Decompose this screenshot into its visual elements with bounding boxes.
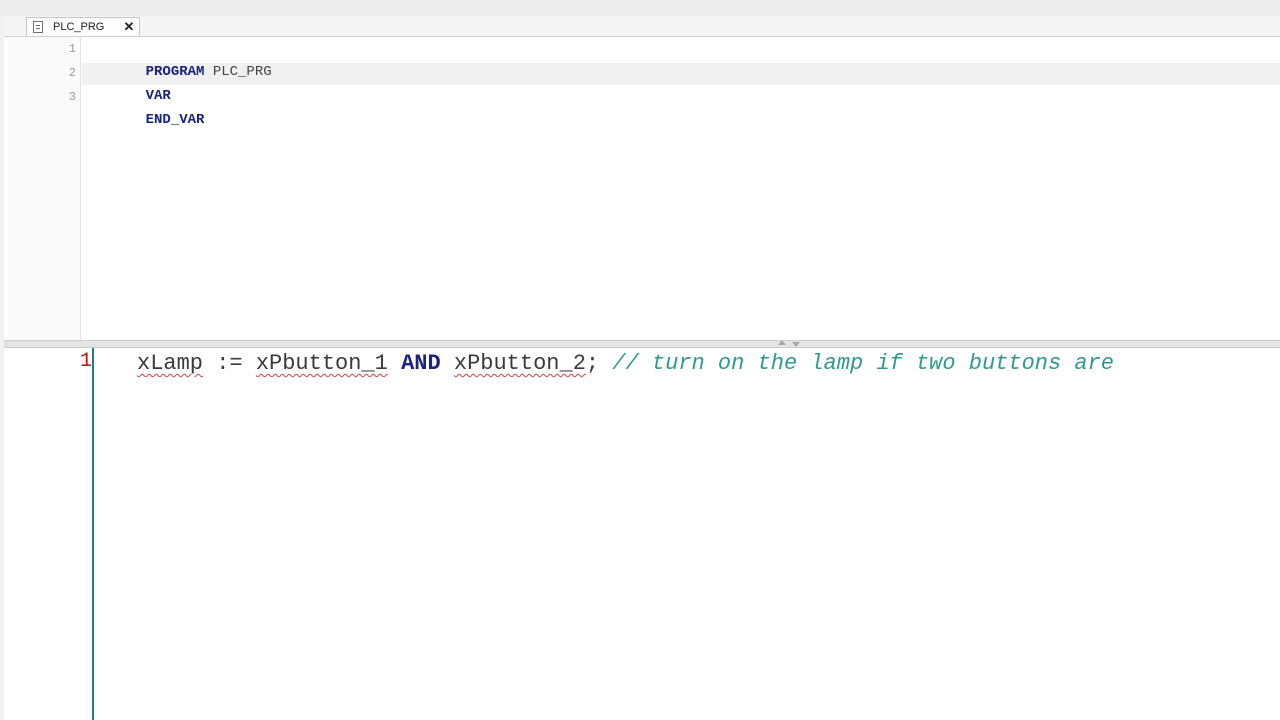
implementation-gutter: 1 <box>8 348 94 720</box>
program-name: PLC_PRG <box>204 64 272 80</box>
collapse-up-icon[interactable] <box>778 340 786 345</box>
tab-plc-prg[interactable]: PLC_PRG ✕ <box>26 17 140 36</box>
variable-xpbutton-1: xPbutton_1 <box>255 351 388 376</box>
semicolon: ; <box>585 351 600 376</box>
keyword: END_VAR <box>145 112 205 128</box>
line-number: 1 <box>79 350 92 373</box>
assign-operator: := <box>203 351 256 376</box>
variable-xlamp: xLamp <box>137 351 204 376</box>
line-number: 2 <box>68 66 76 80</box>
code-line[interactable]: END_VAR <box>112 87 205 128</box>
window-top-strip <box>0 0 1280 17</box>
declaration-gutter: 1 2 3 <box>8 37 81 340</box>
code-line[interactable]: VAR <box>112 63 171 104</box>
code-line[interactable]: PROGRAM PLC_PRG <box>112 39 272 80</box>
close-icon[interactable]: ✕ <box>122 19 136 35</box>
code-comment: // turn on the lamp if two buttons are <box>599 351 1114 376</box>
line-number: 3 <box>68 90 76 104</box>
pane-splitter[interactable] <box>4 340 1280 348</box>
implementation-editor[interactable]: 1 xLamp := xPbutton_1 AND xPbutton_2; //… <box>4 348 1280 720</box>
code-line[interactable]: xLamp := xPbutton_1 AND xPbutton_2; // t… <box>137 350 1114 378</box>
tab-label: PLC_PRG <box>53 21 105 33</box>
editor-tab-bar: PLC_PRG ✕ <box>4 16 1280 37</box>
variable-xpbutton-2: xPbutton_2 <box>453 351 586 376</box>
document-icon <box>33 21 43 33</box>
collapse-down-icon[interactable] <box>792 342 800 347</box>
and-keyword: AND <box>401 351 441 376</box>
line-number: 1 <box>68 42 76 56</box>
declaration-editor[interactable]: 1 2 3 PROGRAM PLC_PRG VAR END_VAR <box>4 37 1280 340</box>
